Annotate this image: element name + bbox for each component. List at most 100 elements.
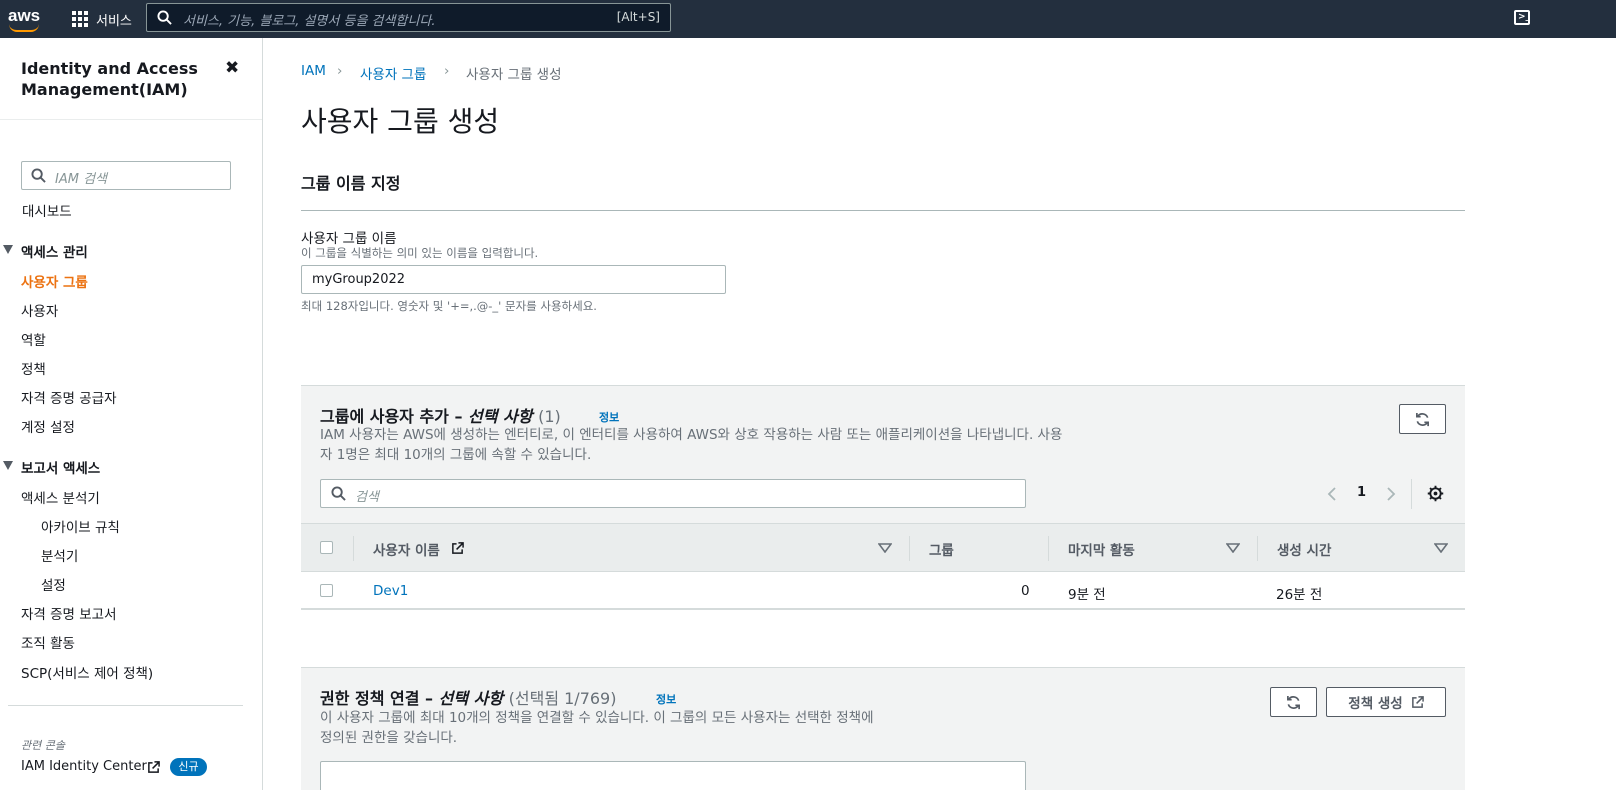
sidebar-item-user-groups[interactable]: 사용자 그룹 [21,271,88,291]
related-consoles-label: 관련 콘솔 [21,739,65,752]
attach-policies-count: (선택됨 1/769) [508,689,617,708]
aws-logo[interactable]: aws [8,6,42,32]
chevron-right-icon: › [444,63,450,79]
new-badge: 신규 [170,758,207,776]
column-username-label: 사용자 이름 [373,543,440,559]
add-users-title-optional: 선택 사항 [468,407,533,426]
column-header-username[interactable]: 사용자 이름 [373,539,440,559]
column-header-created[interactable]: 생성 시간 [1277,539,1331,559]
info-link[interactable]: 정보 [656,691,676,707]
top-navigation-bar: aws 서비스 서비스, 기능, 블로그, 설명서 등을 검색합니다. [Alt… [0,0,1616,38]
attach-policies-panel: 권한 정책 연결 – 선택 사항 (선택됨 1/769) 정보 이 사용자 그룹… [301,667,1465,790]
column-header-last-activity[interactable]: 마지막 활동 [1068,539,1135,559]
aws-smile-icon [9,24,39,32]
add-users-title: 그룹에 사용자 추가 – 선택 사항 (1) [320,403,561,427]
column-header-groups[interactable]: 그룹 [929,539,954,559]
column-separator [909,536,910,561]
add-users-panel: 그룹에 사용자 추가 – 선택 사항 (1) 정보 IAM 사용자는 AWS에 … [301,385,1465,610]
sidebar-item-analyzers[interactable]: 분석기 [41,545,78,565]
sidebar-title: Identity and Access Management(IAM) [21,59,198,99]
sidebar-item-archive-rules[interactable]: 아카이브 규칙 [41,516,120,536]
sidebar-item-users[interactable]: 사용자 [21,300,58,320]
section-title-group-name: 그룹 이름 지정 [301,174,401,193]
caret-down-icon[interactable] [3,461,13,470]
chevron-right-icon: › [337,63,343,79]
group-name-label: 사용자 그룹 이름 [301,231,397,247]
sort-down-icon[interactable] [878,543,892,553]
username-link[interactable]: Dev1 [373,583,408,599]
page-title: 사용자 그룹 생성 [301,105,500,138]
search-shortcut: [Alt+S] [616,10,660,24]
attach-policies-title: 권한 정책 연결 – 선택 사항 (선택됨 1/769) [320,685,616,709]
column-separator [1257,536,1258,561]
external-link-icon [148,761,160,773]
sidebar-item-scp[interactable]: SCP(서비스 제어 정책) [21,662,153,682]
attach-policies-title-optional: 선택 사항 [438,689,504,708]
pager-divider [1411,479,1412,509]
create-policy-label: 정책 생성 [1348,696,1403,712]
create-policy-button[interactable]: 정책 생성 [1326,687,1446,717]
sidebar-item-access-analyzer[interactable]: 액세스 분석기 [21,487,100,507]
add-users-title-main: 그룹에 사용자 추가 – [320,407,469,426]
users-table-header: 사용자 이름 그룹 마지막 활동 생성 시간 [301,523,1465,572]
info-link[interactable]: 정보 [599,409,619,425]
row-checkbox[interactable] [320,584,333,597]
sidebar-section-report-access[interactable]: 보고서 액세스 [21,457,100,477]
sidebar-item-settings[interactable]: 설정 [41,574,66,594]
page-number[interactable]: 1 [1357,485,1366,500]
services-label: 서비스 [96,13,132,29]
breadcrumb-iam[interactable]: IAM [301,63,326,79]
grid-icon [72,11,88,27]
sort-down-icon[interactable] [1434,543,1448,553]
refresh-icon [1287,695,1300,709]
gear-icon[interactable] [1427,485,1444,502]
external-link-icon [1411,695,1424,708]
sidebar-item-organization-activity[interactable]: 조직 활동 [21,632,75,652]
last-activity-value: 9분 전 [1068,587,1106,603]
search-icon [157,10,172,25]
breadcrumb-user-groups[interactable]: 사용자 그룹 [360,63,426,83]
group-name-constraint: 최대 128자입니다. 영숫자 및 '+=,.@-_' 문자를 사용하세요. [301,299,597,313]
policy-search-input[interactable] [320,761,1026,790]
users-search-placeholder: 검색 [355,490,379,505]
column-separator [353,536,354,561]
caret-down-icon[interactable] [3,245,13,254]
global-search-placeholder: 서비스, 기능, 블로그, 설명서 등을 검색합니다. [183,14,436,29]
column-separator [1048,536,1049,561]
attach-policies-title-main: 권한 정책 연결 – [320,689,439,708]
chevron-right-icon[interactable] [1386,486,1396,502]
sidebar-item-dashboard[interactable]: 대시보드 [22,200,72,220]
sidebar-item-identity-providers[interactable]: 자격 증명 공급자 [21,387,117,407]
iam-search-input[interactable]: IAM 검색 [21,161,231,190]
iam-search-placeholder: IAM 검색 [55,172,107,187]
group-name-input[interactable]: myGroup2022 [301,265,726,294]
identity-center-link[interactable]: IAM Identity Center [21,759,147,774]
add-users-count: (1) [538,407,561,426]
refresh-button[interactable] [1270,687,1317,717]
global-search-input[interactable]: 서비스, 기능, 블로그, 설명서 등을 검색합니다. [Alt+S] [146,3,671,32]
close-icon[interactable]: ✖ [225,58,239,78]
terminal-icon[interactable]: >_ [1514,10,1530,25]
group-name-description: 이 그룹을 식별하는 의미 있는 이름을 입력합니다. [301,246,539,260]
chevron-left-icon[interactable] [1327,486,1337,502]
refresh-button[interactable] [1399,404,1446,434]
groups-count: 0 [1021,583,1030,599]
sidebar-item-account-settings[interactable]: 계정 설정 [21,416,75,436]
refresh-icon [1416,412,1429,426]
search-icon [331,486,346,501]
add-users-description: IAM 사용자는 AWS에 생성하는 엔터티로, 이 엔터티를 사용하여 AWS… [320,427,1063,463]
select-all-checkbox[interactable] [320,541,333,554]
external-link-icon [452,542,464,554]
users-search-input[interactable]: 검색 [320,479,1026,508]
breadcrumb-current: 사용자 그룹 생성 [466,67,562,83]
sort-down-icon[interactable] [1226,543,1240,553]
sidebar-divider [0,119,262,120]
sidebar-item-credential-report[interactable]: 자격 증명 보고서 [21,603,117,623]
sidebar-section-access-management[interactable]: 액세스 관리 [21,241,88,261]
table-row[interactable]: Dev1 0 9분 전 26분 전 [301,572,1465,610]
created-value: 26분 전 [1276,587,1323,603]
services-menu-button[interactable]: 서비스 [72,8,132,30]
aws-logo-text: aws [8,6,41,25]
sidebar-item-roles[interactable]: 역할 [21,329,46,349]
sidebar-item-policies[interactable]: 정책 [21,358,46,378]
